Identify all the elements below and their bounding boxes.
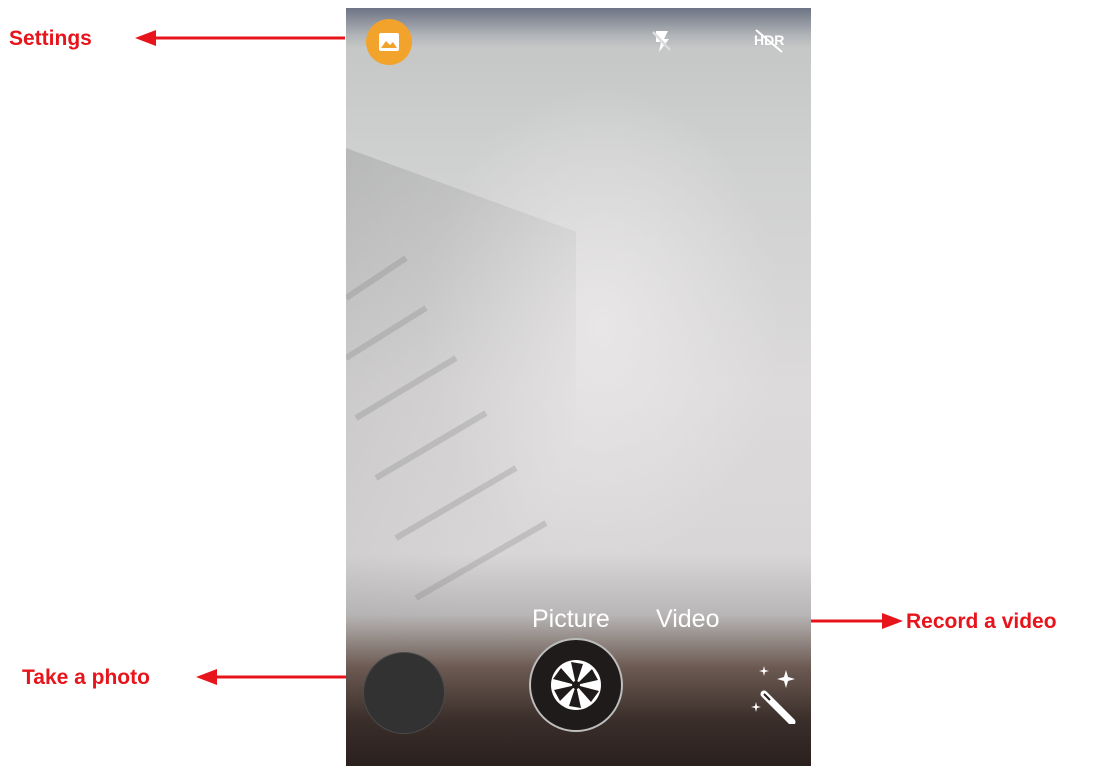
mode-picture[interactable]: Picture [532, 605, 610, 634]
mode-video[interactable]: Video [656, 605, 720, 634]
flash-off-icon[interactable] [648, 28, 676, 54]
annotation-take-photo: Take a photo [22, 666, 150, 689]
shutter-button[interactable] [529, 638, 623, 732]
camera-viewfinder[interactable]: HDR Picture Video [346, 8, 811, 766]
image-icon [379, 33, 399, 51]
last-photo-thumbnail[interactable] [363, 652, 445, 734]
gallery-button[interactable] [366, 19, 412, 65]
hdr-off-button[interactable]: HDR [752, 28, 786, 54]
magic-wand-icon[interactable] [750, 664, 800, 724]
hdr-off-icon [755, 29, 783, 53]
annotation-record-video: Record a video [906, 610, 1057, 633]
shutter-aperture-icon [551, 660, 601, 710]
annotation-settings: Settings [9, 27, 92, 50]
